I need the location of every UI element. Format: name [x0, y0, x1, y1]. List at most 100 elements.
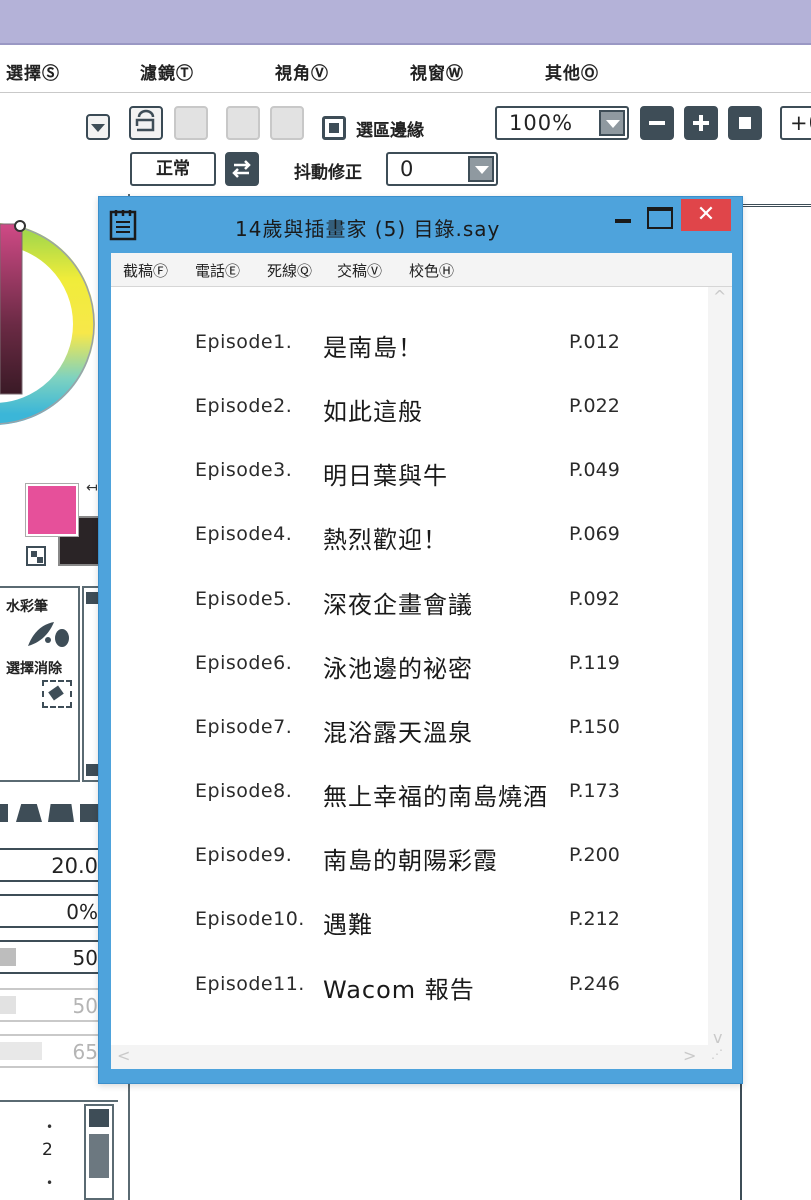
resize-grip-icon[interactable]: ⋰ — [711, 1047, 723, 1061]
toc-content: Episode1. 是南島！ P.012 Episode2. 如此這般 P.02… — [111, 287, 732, 1069]
brush-shape-icon[interactable] — [48, 804, 74, 822]
zoom-out-button[interactable] — [640, 106, 674, 140]
deselect-button[interactable] — [129, 106, 163, 140]
brush-size-field[interactable]: 20.0 — [0, 848, 104, 882]
rotation-select[interactable]: +0 — [780, 106, 811, 140]
menu-view[interactable]: 視角Ⓥ — [275, 59, 329, 84]
zoom-value: 100% — [509, 111, 574, 135]
value-field-3[interactable]: 65 — [0, 1034, 104, 1068]
episode-label: Episode10. — [195, 908, 305, 930]
episode-title: 無上幸福的南島燒酒 — [323, 783, 548, 811]
scroll-up-icon[interactable] — [89, 1109, 109, 1127]
horizontal-scrollbar[interactable]: < > ⋰ — [111, 1045, 732, 1069]
zoom-in-button[interactable] — [684, 106, 718, 140]
blend-mode-button[interactable]: 正常 — [130, 152, 216, 186]
episode-page: P.212 — [569, 908, 620, 930]
tool-watercolor-label[interactable]: 水彩筆 — [6, 596, 48, 616]
scroll-down-icon[interactable] — [86, 764, 98, 776]
document-icon — [109, 210, 137, 241]
swap-colors-icon[interactable]: ↤ — [86, 480, 98, 496]
layer-scroll-area: • 2 • — [0, 1100, 118, 1200]
episode-label: Episode3. — [195, 459, 293, 481]
scroll-up-icon[interactable] — [86, 592, 98, 604]
menu-color-proof[interactable]: 校色Ⓗ — [409, 260, 454, 281]
tool-select-erase-label[interactable]: 選擇消除 — [6, 658, 62, 678]
menu-submit[interactable]: 交稿Ⓥ — [337, 260, 382, 281]
primary-color-swatch[interactable] — [25, 483, 79, 537]
dot-marker: • — [46, 1176, 54, 1190]
value-2: 50 — [72, 994, 98, 1018]
zoom-reset-button[interactable] — [728, 106, 762, 140]
chevron-left-icon[interactable]: < — [117, 1046, 130, 1065]
scroll-thumb[interactable] — [89, 1134, 109, 1178]
value-1: 50 — [72, 946, 98, 970]
value-fill-2 — [0, 996, 16, 1014]
brush-shape-icon[interactable] — [16, 804, 42, 822]
menu-select[interactable]: 選擇Ⓢ — [6, 59, 60, 84]
episode-title: 明日葉與牛 — [323, 462, 448, 490]
window-titlebar[interactable]: 14歲與插畫家 (5) 目錄.say ✕ — [99, 197, 742, 253]
swap-button[interactable] — [225, 152, 259, 186]
canvas-area[interactable] — [740, 204, 811, 1200]
undo-selection-icon — [135, 109, 155, 132]
menu-window[interactable]: 視窗Ⓦ — [410, 59, 464, 84]
stabilizer-select[interactable]: 0 — [386, 152, 498, 186]
page-number: 2 — [42, 1140, 53, 1160]
color-wheel[interactable] — [0, 194, 100, 464]
value-3: 65 — [72, 1040, 98, 1064]
swap-arrows-icon — [232, 160, 251, 178]
vertical-scrollbar[interactable]: ^ v — [708, 287, 732, 1047]
menu-other[interactable]: 其他Ⓞ — [545, 59, 599, 84]
watercolor-brush-icon[interactable] — [24, 616, 74, 648]
episode-title: 是南島！ — [323, 334, 423, 362]
brush-shape-icon[interactable] — [0, 804, 8, 822]
copy-button[interactable] — [226, 106, 260, 140]
episode-title: Wacom 報告 — [323, 976, 475, 1004]
brush-shape-row — [0, 796, 102, 830]
close-icon[interactable]: ✕ — [681, 199, 731, 231]
episode-label: Episode7. — [195, 716, 293, 738]
maximize-icon[interactable] — [643, 201, 673, 233]
chevron-up-icon[interactable]: ^ — [713, 287, 726, 306]
window-title: 14歲與插畫家 (5) 目錄.say — [235, 217, 501, 241]
selection-edge-checkbox[interactable] — [322, 116, 346, 140]
stabilizer-value: 0 — [400, 157, 415, 181]
episode-label: Episode9. — [195, 844, 293, 866]
toc-window: 14歲與插畫家 (5) 目錄.say ✕ 截稿Ⓕ 電話Ⓔ 死線Ⓠ 交稿Ⓥ 校色Ⓗ… — [98, 196, 743, 1084]
episode-label: Episode4. — [195, 523, 293, 545]
value-field-2[interactable]: 50 — [0, 988, 104, 1022]
toolbar-dropdown-button[interactable] — [86, 114, 110, 140]
density-field[interactable]: 0% — [0, 894, 104, 928]
menu-deathline[interactable]: 死線Ⓠ — [267, 260, 312, 281]
value-field-1[interactable]: 50 — [0, 940, 104, 974]
chevron-right-icon[interactable]: > — [683, 1046, 696, 1065]
menubar: 選擇Ⓢ 濾鏡Ⓣ 視角Ⓥ 視窗Ⓦ 其他Ⓞ — [0, 47, 811, 93]
layer-scrollbar[interactable] — [84, 1104, 114, 1200]
episode-title: 深夜企畫會議 — [323, 591, 473, 619]
toolbar: 選區邊緣 100% +0 正常 抖動修正 0 — [0, 94, 811, 194]
episode-label: Episode5. — [195, 588, 293, 610]
menu-phone[interactable]: 電話Ⓔ — [195, 260, 240, 281]
title-band — [0, 0, 811, 45]
value-fill-3 — [0, 1042, 42, 1060]
episode-page: P.119 — [569, 652, 620, 674]
transparent-color-button[interactable] — [26, 546, 46, 566]
episode-page: P.200 — [569, 844, 620, 866]
rotation-value: +0 — [790, 111, 811, 135]
episode-page: P.012 — [569, 331, 620, 353]
episode-title: 混浴露天溫泉 — [323, 719, 473, 747]
menu-deadline[interactable]: 截稿Ⓕ — [123, 260, 168, 281]
eraser-shape — [48, 685, 64, 701]
episode-title: 南島的朝陽彩霞 — [323, 847, 498, 875]
zoom-select[interactable]: 100% — [495, 106, 629, 140]
eraser-icon[interactable] — [42, 680, 72, 708]
chevron-down-icon — [468, 156, 494, 182]
menu-filter[interactable]: 濾鏡Ⓣ — [140, 59, 194, 84]
checker-icon-b — [37, 557, 43, 563]
episode-title: 泳池邊的祕密 — [323, 655, 473, 683]
invert-selection-button[interactable] — [174, 106, 208, 140]
episode-label: Episode2. — [195, 395, 293, 417]
minimize-icon[interactable] — [609, 201, 637, 233]
paste-button[interactable] — [270, 106, 304, 140]
square-icon — [739, 117, 751, 129]
